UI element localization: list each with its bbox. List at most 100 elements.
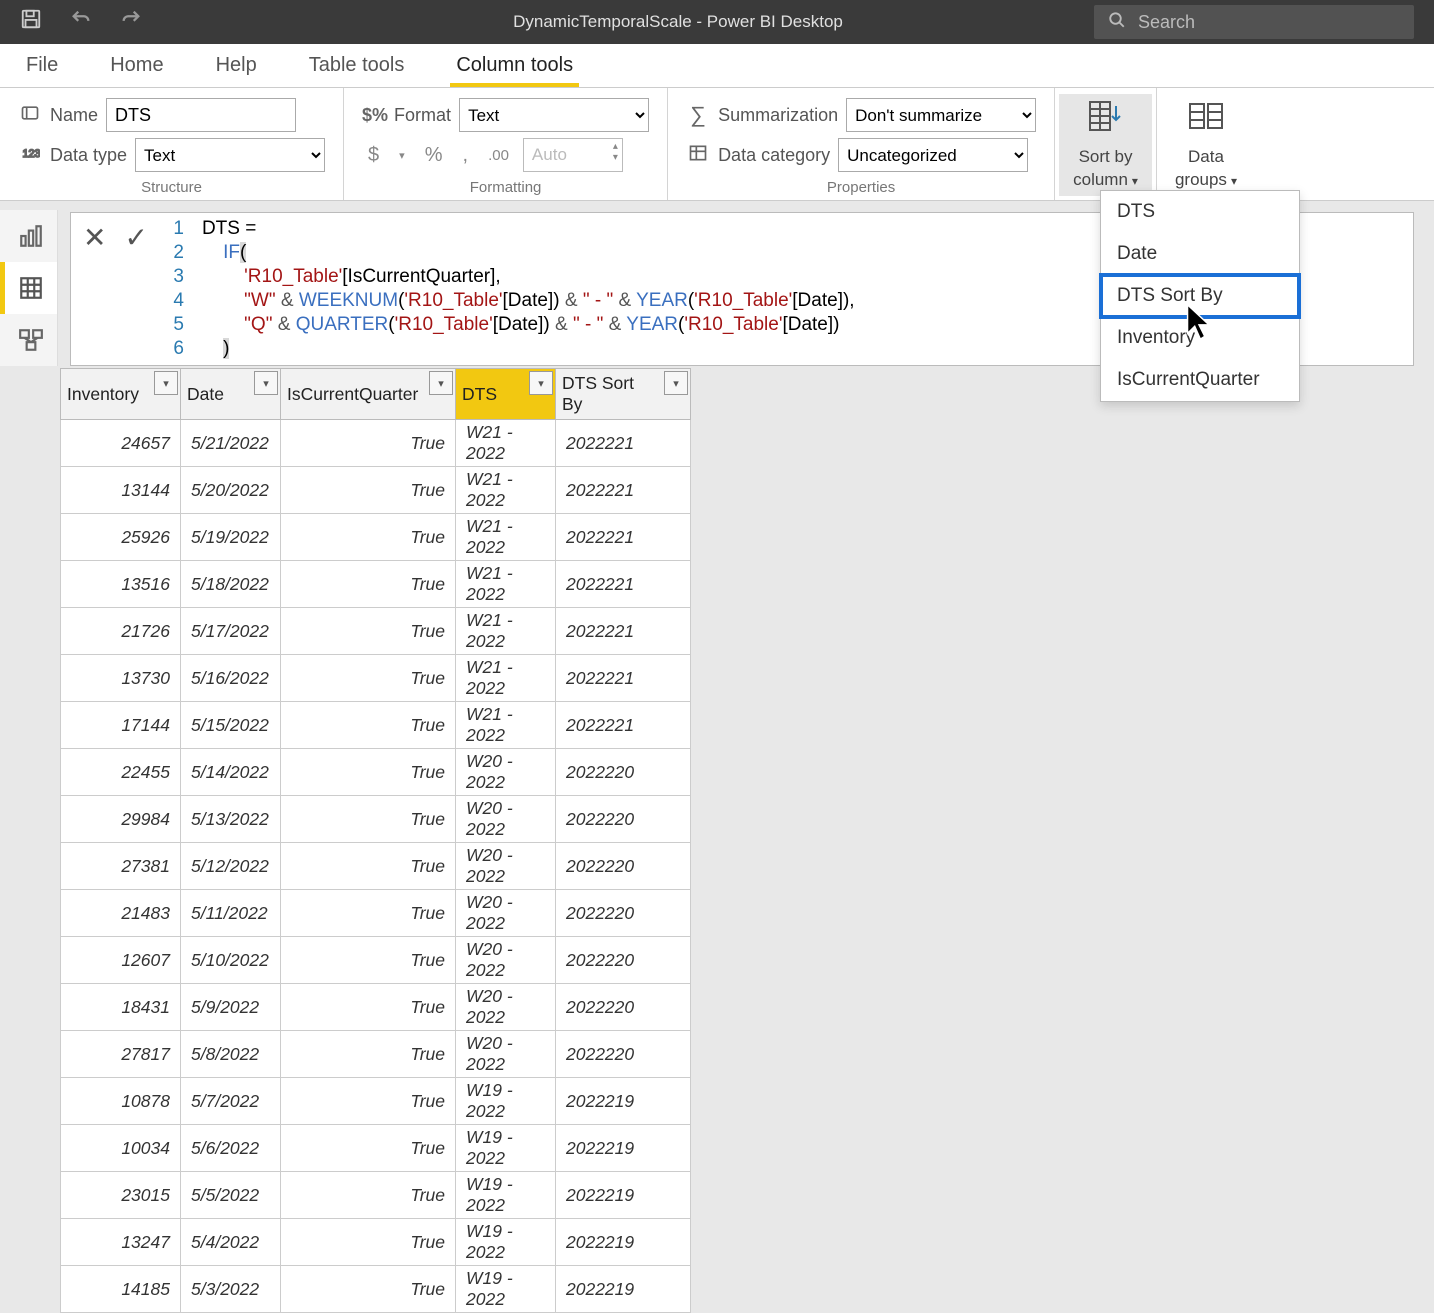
tab-help[interactable]: Help bbox=[210, 46, 263, 87]
data-view-button[interactable] bbox=[0, 262, 57, 314]
table-row[interactable]: 217265/17/2022TrueW21 - 20222022221 bbox=[61, 608, 691, 655]
format-select[interactable]: Text bbox=[459, 98, 649, 132]
tab-column-tools[interactable]: Column tools bbox=[450, 46, 579, 87]
group-label-properties: Properties bbox=[686, 179, 1036, 196]
undo-icon[interactable] bbox=[70, 8, 92, 36]
model-view-button[interactable] bbox=[0, 314, 57, 366]
datatype-icon: 123 bbox=[18, 143, 42, 168]
col-header-dtssortby[interactable]: DTS Sort By▾ bbox=[556, 369, 691, 420]
cell-inventory: 10878 bbox=[61, 1078, 181, 1125]
cell-icq: True bbox=[281, 1266, 456, 1313]
cell-dts: W20 - 2022 bbox=[456, 890, 556, 937]
summarization-select[interactable]: Don't summarize bbox=[846, 98, 1036, 132]
sort-dd-item[interactable]: DTS bbox=[1101, 191, 1299, 233]
data-groups-button[interactable]: Data groups▾ bbox=[1161, 94, 1251, 196]
filter-icon[interactable]: ▾ bbox=[154, 371, 178, 395]
cell-icq: True bbox=[281, 1031, 456, 1078]
tab-table-tools[interactable]: Table tools bbox=[303, 46, 411, 87]
cell-date: 5/12/2022 bbox=[181, 843, 281, 890]
cell-date: 5/16/2022 bbox=[181, 655, 281, 702]
cell-dts: W20 - 2022 bbox=[456, 843, 556, 890]
name-input[interactable] bbox=[106, 98, 296, 132]
search-box[interactable]: Search bbox=[1094, 5, 1414, 39]
cell-inventory: 13144 bbox=[61, 467, 181, 514]
cell-inventory: 21483 bbox=[61, 890, 181, 937]
table-row[interactable]: 259265/19/2022TrueW21 - 20222022221 bbox=[61, 514, 691, 561]
cell-dts: W19 - 2022 bbox=[456, 1125, 556, 1172]
save-icon[interactable] bbox=[20, 8, 42, 36]
table-row[interactable]: 273815/12/2022TrueW20 - 20222022220 bbox=[61, 843, 691, 890]
chevron-down-icon: ▾ bbox=[1231, 174, 1237, 188]
cell-date: 5/17/2022 bbox=[181, 608, 281, 655]
cell-dts: W21 - 2022 bbox=[456, 608, 556, 655]
cell-date: 5/9/2022 bbox=[181, 984, 281, 1031]
sort-dd-item[interactable]: IsCurrentQuarter bbox=[1101, 359, 1299, 401]
table-row[interactable]: 126075/10/2022TrueW20 - 20222022220 bbox=[61, 937, 691, 984]
cell-inventory: 27381 bbox=[61, 843, 181, 890]
table-row[interactable]: 184315/9/2022TrueW20 - 20222022220 bbox=[61, 984, 691, 1031]
ribbon-tabs: File Home Help Table tools Column tools bbox=[0, 44, 1434, 88]
table-row[interactable]: 299845/13/2022TrueW20 - 20222022220 bbox=[61, 796, 691, 843]
cell-date: 5/5/2022 bbox=[181, 1172, 281, 1219]
table-row[interactable]: 132475/4/2022TrueW19 - 20222022219 bbox=[61, 1219, 691, 1266]
cell-date: 5/10/2022 bbox=[181, 937, 281, 984]
currency-button[interactable]: $ bbox=[362, 142, 385, 169]
table-row[interactable]: 131445/20/2022TrueW21 - 20222022221 bbox=[61, 467, 691, 514]
table-row[interactable]: 100345/6/2022TrueW19 - 20222022219 bbox=[61, 1125, 691, 1172]
decimals-auto-input[interactable]: Auto ▴▾ bbox=[523, 138, 623, 172]
datacategory-icon bbox=[686, 143, 710, 168]
cell-inventory: 25926 bbox=[61, 514, 181, 561]
cancel-formula-icon[interactable]: ✕ bbox=[83, 221, 106, 254]
table-row[interactable]: 224555/14/2022TrueW20 - 20222022220 bbox=[61, 749, 691, 796]
datatype-select[interactable]: Text bbox=[135, 138, 325, 172]
formula-code[interactable]: 1DTS = 2 IF( 3 'R10_Table'[IsCurrentQuar… bbox=[162, 217, 855, 361]
ribbon-group-properties: ∑ Summarization Don't summarize Data cat… bbox=[668, 88, 1055, 200]
cell-sort: 2022219 bbox=[556, 1219, 691, 1266]
table-row[interactable]: 246575/21/2022TrueW21 - 20222022221 bbox=[61, 420, 691, 467]
filter-icon[interactable]: ▾ bbox=[529, 371, 553, 395]
cell-dts: W21 - 2022 bbox=[456, 420, 556, 467]
col-header-inventory[interactable]: Inventory▾ bbox=[61, 369, 181, 420]
table-row[interactable]: 137305/16/2022TrueW21 - 20222022221 bbox=[61, 655, 691, 702]
table-row[interactable]: 108785/7/2022TrueW19 - 20222022219 bbox=[61, 1078, 691, 1125]
table-row[interactable]: 230155/5/2022TrueW19 - 20222022219 bbox=[61, 1172, 691, 1219]
cell-date: 5/8/2022 bbox=[181, 1031, 281, 1078]
filter-icon[interactable]: ▾ bbox=[254, 371, 278, 395]
sort-dd-item[interactable]: Date bbox=[1101, 233, 1299, 275]
sort-dd-item[interactable]: DTS Sort By bbox=[1101, 275, 1299, 317]
table-row[interactable]: 135165/18/2022TrueW21 - 20222022221 bbox=[61, 561, 691, 608]
currency-caret-icon[interactable]: ▾ bbox=[393, 147, 411, 164]
cell-inventory: 12607 bbox=[61, 937, 181, 984]
col-header-iscurrentquarter[interactable]: IsCurrentQuarter▾ bbox=[281, 369, 456, 420]
report-view-button[interactable] bbox=[0, 210, 57, 262]
datatype-label: Data type bbox=[50, 145, 127, 166]
table-row[interactable]: 278175/8/2022TrueW20 - 20222022220 bbox=[61, 1031, 691, 1078]
col-header-dts[interactable]: DTS▾ bbox=[456, 369, 556, 420]
tab-file[interactable]: File bbox=[20, 46, 64, 87]
tab-home[interactable]: Home bbox=[104, 46, 169, 87]
spinner-icon[interactable]: ▴▾ bbox=[613, 141, 618, 163]
comma-button[interactable]: , bbox=[457, 142, 475, 169]
sort-by-column-button[interactable]: Sort by column▾ bbox=[1059, 94, 1152, 196]
cell-dts: W20 - 2022 bbox=[456, 937, 556, 984]
col-header-date[interactable]: Date▾ bbox=[181, 369, 281, 420]
cell-sort: 2022221 bbox=[556, 655, 691, 702]
cell-sort: 2022219 bbox=[556, 1266, 691, 1313]
name-icon bbox=[18, 103, 42, 128]
cell-inventory: 22455 bbox=[61, 749, 181, 796]
sort-dd-item[interactable]: Inventory bbox=[1101, 317, 1299, 359]
table-row[interactable]: 171445/15/2022TrueW21 - 20222022221 bbox=[61, 702, 691, 749]
datacategory-select[interactable]: Uncategorized bbox=[838, 138, 1028, 172]
accept-formula-icon[interactable]: ✓ bbox=[124, 221, 147, 254]
table-row[interactable]: 214835/11/2022TrueW20 - 20222022220 bbox=[61, 890, 691, 937]
sort-column-icon bbox=[1088, 100, 1124, 142]
redo-icon[interactable] bbox=[120, 8, 142, 36]
cell-sort: 2022221 bbox=[556, 467, 691, 514]
cell-inventory: 23015 bbox=[61, 1172, 181, 1219]
filter-icon[interactable]: ▾ bbox=[429, 371, 453, 395]
filter-icon[interactable]: ▾ bbox=[664, 371, 688, 395]
data-table: Inventory▾ Date▾ IsCurrentQuarter▾ DTS▾ … bbox=[60, 368, 691, 1313]
percent-button[interactable]: % bbox=[419, 142, 449, 169]
table-row[interactable]: 141855/3/2022TrueW19 - 20222022219 bbox=[61, 1266, 691, 1313]
decimals-button[interactable]: .00 bbox=[482, 145, 515, 166]
